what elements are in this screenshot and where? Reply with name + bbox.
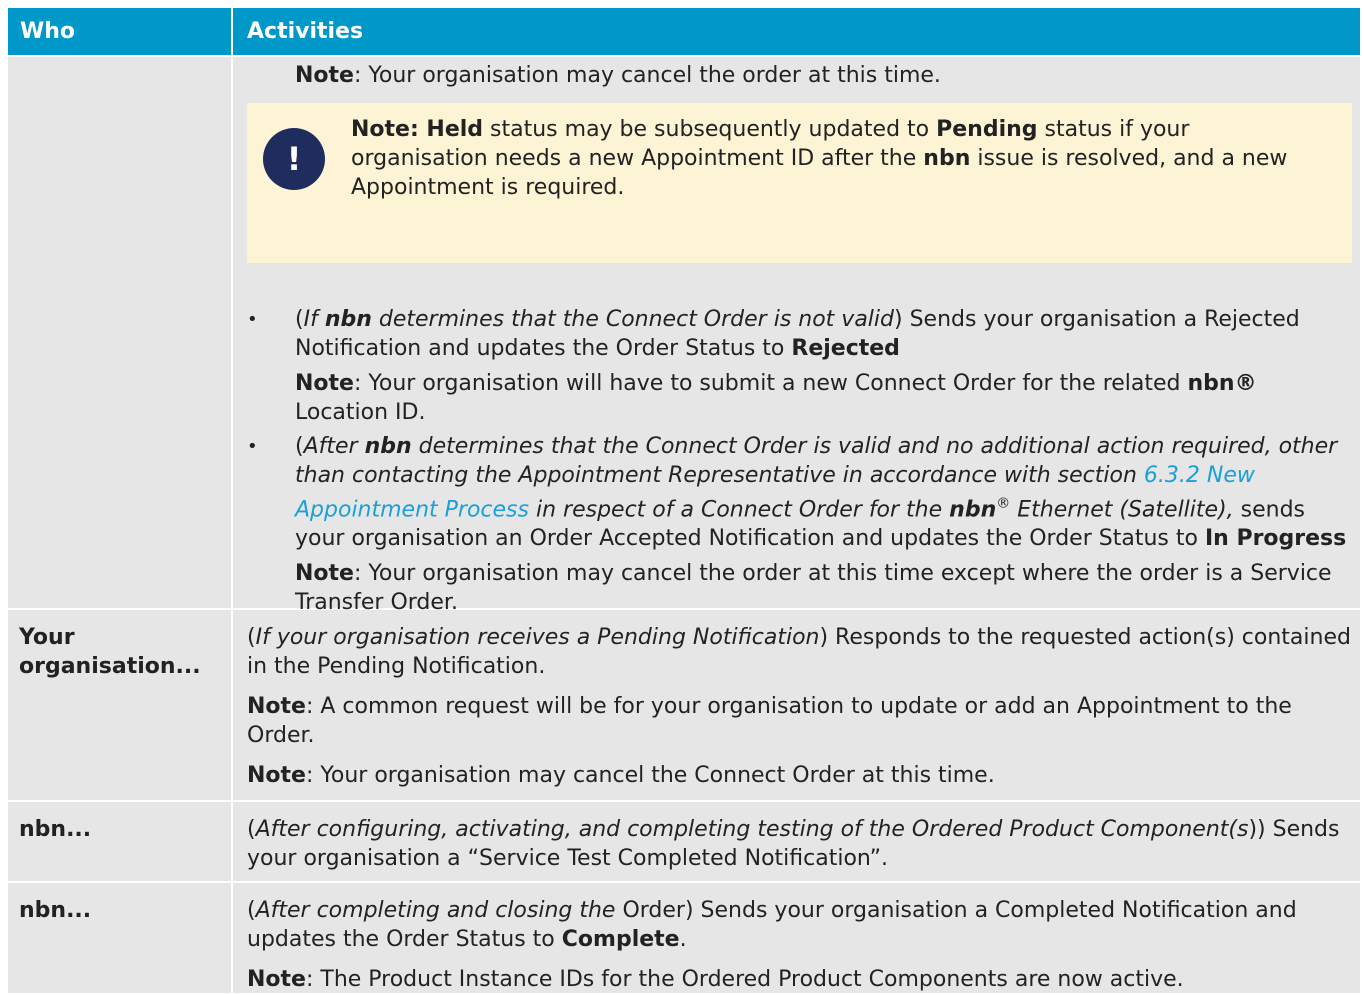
note-paragraph: Note: Your organisation may cancel the o… (295, 561, 1332, 616)
who-cell: Your organisation... (19, 625, 201, 679)
table-row: nbn... (After completing and closing the… (8, 881, 1360, 993)
bullet-item: (After nbn determines that the Connect O… (247, 432, 1352, 553)
bullet-item: (If nbn determines that the Connect Orde… (247, 305, 1352, 363)
who-cell: nbn... (19, 817, 92, 842)
exclamation-icon: ! (263, 128, 325, 190)
note-paragraph: Note: A common request will be for your … (247, 694, 1292, 748)
callout-text: Note: Held status may be subsequently up… (351, 117, 1288, 200)
note-paragraph: Note: Your organisation may cancel the C… (247, 763, 995, 788)
activities-cell: Note: Your organisation may cancel the o… (231, 57, 1360, 615)
who-cell: nbn... (19, 898, 92, 923)
header-activities: Activities (231, 8, 1360, 55)
held-status-callout: ! Note: Held status may be subsequently … (247, 103, 1352, 263)
activities-cell: (After completing and closing the Order)… (231, 883, 1360, 993)
note-paragraph: Note: Your organisation will have to sub… (295, 371, 1257, 425)
activities-cell: (If your organisation receives a Pending… (231, 610, 1360, 800)
paragraph: (If your organisation receives a Pending… (247, 625, 1351, 679)
table-row: Note: Your organisation may cancel the o… (8, 55, 1360, 615)
note-paragraph: Note: The Product Instance IDs for the O… (247, 967, 1184, 992)
who-cell (8, 57, 231, 608)
note-paragraph: Note: Your organisation may cancel the o… (295, 63, 941, 88)
table-header: Who Activities (8, 8, 1360, 55)
table-row: nbn... (After configuring, activating, a… (8, 800, 1360, 881)
activities-cell: (After configuring, activating, and comp… (231, 802, 1360, 881)
paragraph: (After configuring, activating, and comp… (247, 817, 1340, 871)
paragraph: (After completing and closing the Order)… (247, 898, 1297, 952)
activities-table: Who Activities Note: Your organisation m… (8, 8, 1360, 993)
table-row: Your organisation... (If your organisati… (8, 608, 1360, 800)
header-who: Who (20, 19, 76, 44)
